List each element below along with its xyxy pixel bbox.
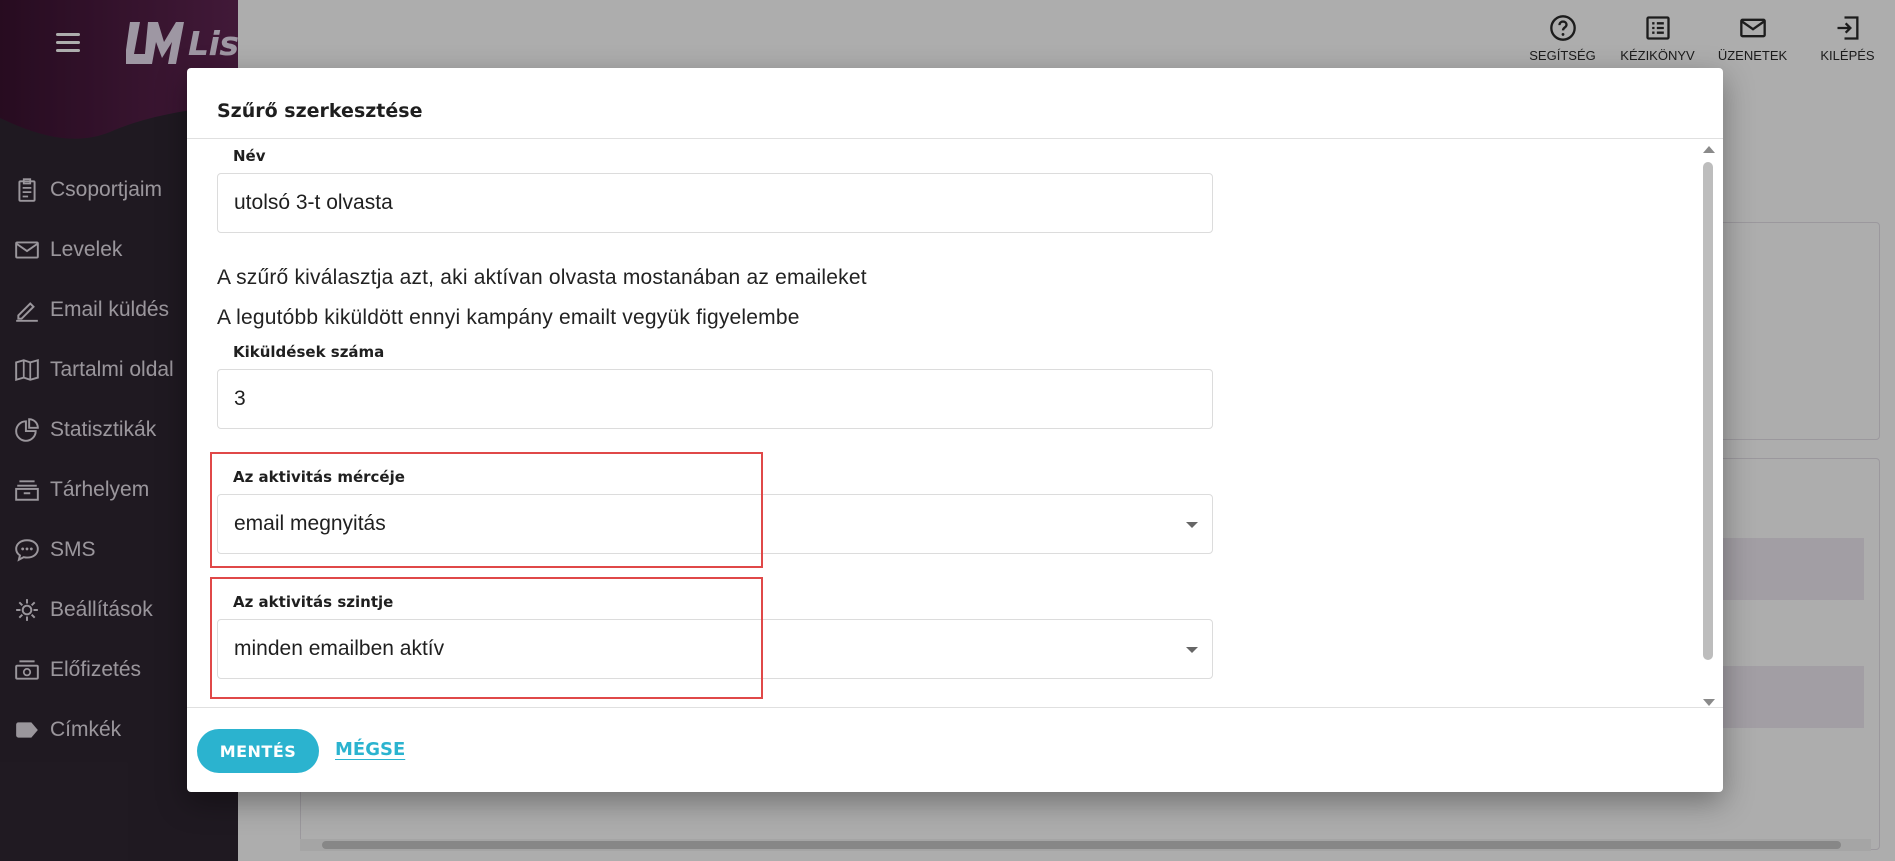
dialog-title: Szűrő szerkesztése xyxy=(217,100,423,122)
vertical-scrollbar[interactable] xyxy=(1701,146,1715,706)
sends-count-value: 3 xyxy=(234,387,246,410)
name-label: Név xyxy=(233,147,266,165)
cancel-button[interactable]: MÉGSE xyxy=(335,739,405,760)
sends-count-label: Kiküldések száma xyxy=(233,343,385,361)
name-field-value: utolsó 3-t olvasta xyxy=(234,191,393,214)
scroll-up-icon[interactable] xyxy=(1703,146,1715,153)
dialog-footer-divider xyxy=(187,707,1723,708)
save-button[interactable]: MENTÉS xyxy=(197,729,319,773)
activity-measure-value: email megnyitás xyxy=(234,512,386,535)
name-field[interactable]: utolsó 3-t olvasta xyxy=(217,173,1213,233)
filter-edit-dialog: Szűrő szerkesztése Név utolsó 3-t olvast… xyxy=(187,68,1723,792)
vertical-scrollbar-thumb[interactable] xyxy=(1703,162,1713,660)
activity-measure-select[interactable]: email megnyitás xyxy=(217,494,1213,554)
dialog-body: Név utolsó 3-t olvasta A szűrő kiválaszt… xyxy=(187,139,1723,707)
activity-level-label: Az aktivitás szintje xyxy=(233,593,394,611)
filter-description: A szűrő kiválasztja azt, aki aktívan olv… xyxy=(217,266,867,289)
chevron-down-icon xyxy=(1186,647,1198,653)
chevron-down-icon xyxy=(1186,522,1198,528)
sends-count-field[interactable]: 3 xyxy=(217,369,1213,429)
activity-measure-label: Az aktivitás mércéje xyxy=(233,468,405,486)
activity-level-value: minden emailben aktív xyxy=(234,637,445,660)
activity-level-select[interactable]: minden emailben aktív xyxy=(217,619,1213,679)
campaign-count-hint: A legutóbb kiküldött ennyi kampány email… xyxy=(217,306,800,329)
scroll-down-icon[interactable] xyxy=(1703,699,1715,706)
